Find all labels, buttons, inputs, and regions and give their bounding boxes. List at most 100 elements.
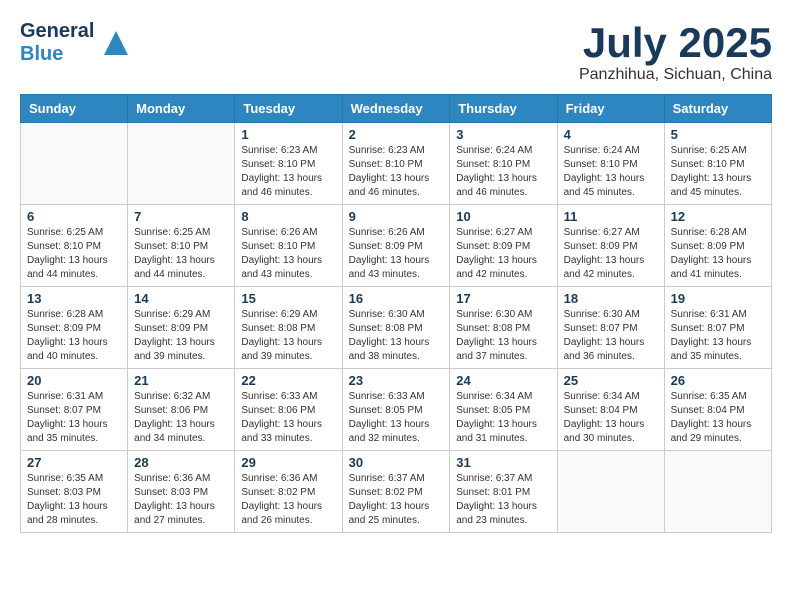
weekday-header: Tuesday: [235, 95, 342, 123]
day-number: 9: [349, 209, 444, 224]
day-info: Sunrise: 6:30 AM Sunset: 8:07 PM Dayligh…: [564, 308, 658, 364]
logo: General Blue: [20, 20, 130, 66]
day-number: 11: [564, 209, 658, 224]
calendar-week-row: 13 Sunrise: 6:28 AM Sunset: 8:09 PM Dayli…: [21, 287, 772, 369]
calendar-table: SundayMondayTuesdayWednesdayThursdayFrid…: [20, 94, 772, 533]
day-info: Sunrise: 6:23 AM Sunset: 8:10 PM Dayligh…: [241, 144, 335, 200]
calendar-day-cell: 5 Sunrise: 6:25 AM Sunset: 8:10 PM Daylig…: [664, 123, 771, 205]
calendar-day-cell: 30Sunrise: 6:37 AM Sunset: 8:02 PM Dayli…: [342, 451, 450, 533]
day-number: 21: [134, 373, 228, 388]
day-info: Sunrise: 6:27 AM Sunset: 8:09 PM Dayligh…: [564, 226, 658, 282]
day-info: Sunrise: 6:31 AM Sunset: 8:07 PM Dayligh…: [671, 308, 765, 364]
weekday-header: Friday: [557, 95, 664, 123]
calendar-day-cell: 26 Sunrise: 6:35 AM Sunset: 8:04 PM Dayli…: [664, 369, 771, 451]
day-number: 8: [241, 209, 335, 224]
weekday-header: Saturday: [664, 95, 771, 123]
day-info: Sunrise: 6:25 AM Sunset: 8:10 PM Dayligh…: [27, 226, 121, 282]
calendar-day-cell: 22 Sunrise: 6:33 AM Sunset: 8:06 PM Dayli…: [235, 369, 342, 451]
calendar-day-cell: 17 Sunrise: 6:30 AM Sunset: 8:08 PM Dayli…: [450, 287, 557, 369]
calendar-day-cell: 6Sunrise: 6:25 AM Sunset: 8:10 PM Daylig…: [21, 205, 128, 287]
day-info: Sunrise: 6:32 AM Sunset: 8:06 PM Dayligh…: [134, 390, 228, 446]
calendar-day-cell: 10Sunrise: 6:27 AM Sunset: 8:09 PM Dayli…: [450, 205, 557, 287]
day-number: 3: [456, 127, 550, 142]
day-number: 13: [27, 291, 121, 306]
weekday-header: Wednesday: [342, 95, 450, 123]
day-info: Sunrise: 6:33 AM Sunset: 8:05 PM Dayligh…: [349, 390, 444, 446]
day-number: 23: [349, 373, 444, 388]
day-number: 22: [241, 373, 335, 388]
calendar-day-cell: 25 Sunrise: 6:34 AM Sunset: 8:04 PM Dayli…: [557, 369, 664, 451]
day-number: 27: [27, 455, 121, 470]
calendar-day-cell: 23 Sunrise: 6:33 AM Sunset: 8:05 PM Dayli…: [342, 369, 450, 451]
calendar-day-cell: 19 Sunrise: 6:31 AM Sunset: 8:07 PM Dayli…: [664, 287, 771, 369]
day-number: 4: [564, 127, 658, 142]
day-info: Sunrise: 6:35 AM Sunset: 8:04 PM Dayligh…: [671, 390, 765, 446]
calendar-day-cell: 31 Sunrise: 6:37 AM Sunset: 8:01 PM Dayli…: [450, 451, 557, 533]
day-number: 5: [671, 127, 765, 142]
day-info: Sunrise: 6:28 AM Sunset: 8:09 PM Dayligh…: [27, 308, 121, 364]
calendar-day-cell: 29 Sunrise: 6:36 AM Sunset: 8:02 PM Dayli…: [235, 451, 342, 533]
calendar-day-cell: 20Sunrise: 6:31 AM Sunset: 8:07 PM Dayli…: [21, 369, 128, 451]
calendar-week-row: 1Sunrise: 6:23 AM Sunset: 8:10 PM Daylig…: [21, 123, 772, 205]
page-header: General Blue July 2025 Panzhihua, Sichua…: [20, 20, 772, 84]
calendar-day-cell: 14Sunrise: 6:29 AM Sunset: 8:09 PM Dayli…: [128, 287, 235, 369]
day-info: Sunrise: 6:34 AM Sunset: 8:05 PM Dayligh…: [456, 390, 550, 446]
day-info: Sunrise: 6:29 AM Sunset: 8:09 PM Dayligh…: [134, 308, 228, 364]
day-info: Sunrise: 6:29 AM Sunset: 8:08 PM Dayligh…: [241, 308, 335, 364]
calendar-day-cell: 12 Sunrise: 6:28 AM Sunset: 8:09 PM Dayli…: [664, 205, 771, 287]
day-number: 19: [671, 291, 765, 306]
day-info: Sunrise: 6:24 AM Sunset: 8:10 PM Dayligh…: [456, 144, 550, 200]
calendar-day-cell: 4 Sunrise: 6:24 AM Sunset: 8:10 PM Daylig…: [557, 123, 664, 205]
calendar-day-cell: 9 Sunrise: 6:26 AM Sunset: 8:09 PM Daylig…: [342, 205, 450, 287]
calendar-day-cell: [557, 451, 664, 533]
day-info: Sunrise: 6:28 AM Sunset: 8:09 PM Dayligh…: [671, 226, 765, 282]
calendar-day-cell: 16 Sunrise: 6:30 AM Sunset: 8:08 PM Dayli…: [342, 287, 450, 369]
day-info: Sunrise: 6:25 AM Sunset: 8:10 PM Dayligh…: [671, 144, 765, 200]
day-info: Sunrise: 6:35 AM Sunset: 8:03 PM Dayligh…: [27, 472, 121, 528]
day-info: Sunrise: 6:24 AM Sunset: 8:10 PM Dayligh…: [564, 144, 658, 200]
day-number: 20: [27, 373, 121, 388]
day-number: 25: [564, 373, 658, 388]
day-info: Sunrise: 6:34 AM Sunset: 8:04 PM Dayligh…: [564, 390, 658, 446]
calendar-day-cell: 24 Sunrise: 6:34 AM Sunset: 8:05 PM Dayli…: [450, 369, 557, 451]
page-title: July 2025: [579, 20, 772, 66]
calendar-week-row: 6Sunrise: 6:25 AM Sunset: 8:10 PM Daylig…: [21, 205, 772, 287]
calendar-day-cell: 21 Sunrise: 6:32 AM Sunset: 8:06 PM Dayli…: [128, 369, 235, 451]
day-number: 29: [241, 455, 335, 470]
calendar-day-cell: [128, 123, 235, 205]
calendar-header-row: SundayMondayTuesdayWednesdayThursdayFrid…: [21, 95, 772, 123]
day-info: Sunrise: 6:30 AM Sunset: 8:08 PM Dayligh…: [456, 308, 550, 364]
calendar-day-cell: [21, 123, 128, 205]
day-info: Sunrise: 6:26 AM Sunset: 8:10 PM Dayligh…: [241, 226, 335, 282]
calendar-day-cell: 8 Sunrise: 6:26 AM Sunset: 8:10 PM Daylig…: [235, 205, 342, 287]
calendar-week-row: 27 Sunrise: 6:35 AM Sunset: 8:03 PM Dayli…: [21, 451, 772, 533]
calendar-day-cell: 7Sunrise: 6:25 AM Sunset: 8:10 PM Daylig…: [128, 205, 235, 287]
weekday-header: Thursday: [450, 95, 557, 123]
day-info: Sunrise: 6:30 AM Sunset: 8:08 PM Dayligh…: [349, 308, 444, 364]
logo-icon: [102, 29, 130, 57]
day-info: Sunrise: 6:36 AM Sunset: 8:03 PM Dayligh…: [134, 472, 228, 528]
calendar-day-cell: 28Sunrise: 6:36 AM Sunset: 8:03 PM Dayli…: [128, 451, 235, 533]
day-number: 16: [349, 291, 444, 306]
day-info: Sunrise: 6:26 AM Sunset: 8:09 PM Dayligh…: [349, 226, 444, 282]
day-number: 26: [671, 373, 765, 388]
weekday-header: Monday: [128, 95, 235, 123]
calendar-day-cell: 18 Sunrise: 6:30 AM Sunset: 8:07 PM Dayli…: [557, 287, 664, 369]
calendar-day-cell: 1Sunrise: 6:23 AM Sunset: 8:10 PM Daylig…: [235, 123, 342, 205]
calendar-day-cell: 3 Sunrise: 6:24 AM Sunset: 8:10 PM Daylig…: [450, 123, 557, 205]
title-block: July 2025 Panzhihua, Sichuan, China: [579, 20, 772, 84]
day-number: 2: [349, 127, 444, 142]
calendar-day-cell: 2Sunrise: 6:23 AM Sunset: 8:10 PM Daylig…: [342, 123, 450, 205]
day-info: Sunrise: 6:37 AM Sunset: 8:01 PM Dayligh…: [456, 472, 550, 528]
day-info: Sunrise: 6:37 AM Sunset: 8:02 PM Dayligh…: [349, 472, 444, 528]
day-number: 15: [241, 291, 335, 306]
day-number: 17: [456, 291, 550, 306]
calendar-day-cell: 27 Sunrise: 6:35 AM Sunset: 8:03 PM Dayli…: [21, 451, 128, 533]
day-number: 12: [671, 209, 765, 224]
page-location: Panzhihua, Sichuan, China: [579, 66, 772, 84]
day-number: 31: [456, 455, 550, 470]
day-info: Sunrise: 6:33 AM Sunset: 8:06 PM Dayligh…: [241, 390, 335, 446]
day-info: Sunrise: 6:36 AM Sunset: 8:02 PM Dayligh…: [241, 472, 335, 528]
day-number: 24: [456, 373, 550, 388]
day-number: 18: [564, 291, 658, 306]
